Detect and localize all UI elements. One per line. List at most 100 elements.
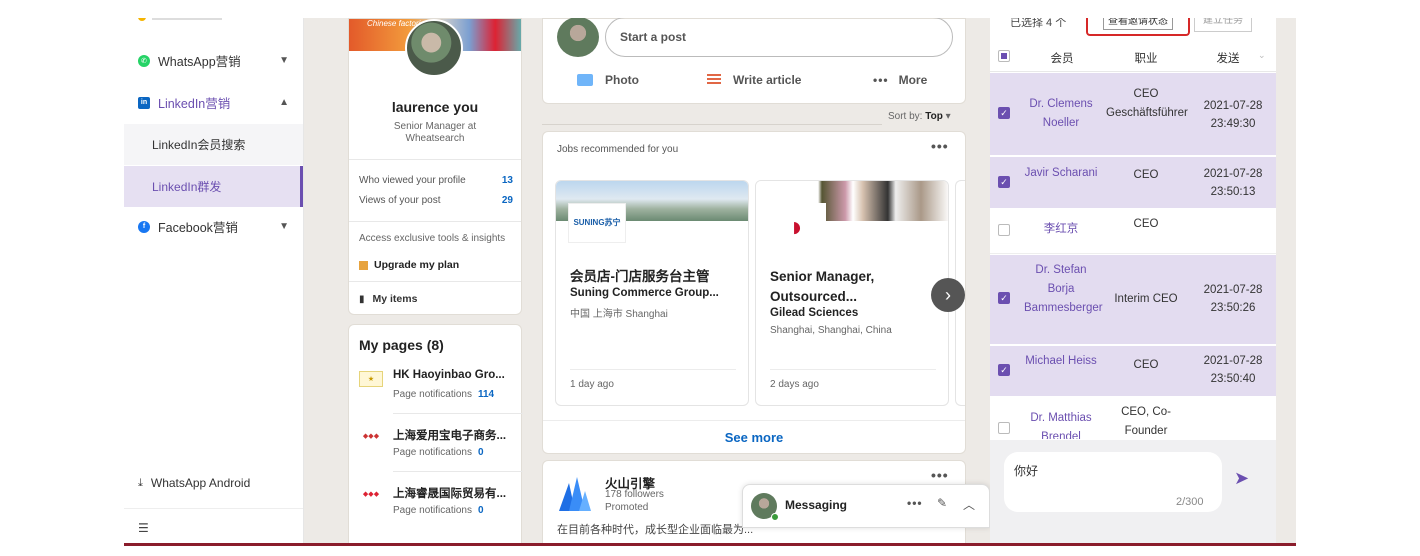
premium-access-text: Access exclusive tools & insights	[359, 233, 506, 244]
collapse-menu-button[interactable]: ☰	[124, 508, 303, 543]
member-name[interactable]: Dr. Clemens Noeller	[1024, 95, 1098, 133]
write-article-button[interactable]: Write article	[707, 73, 801, 87]
row-checkbox[interactable]: ✓	[998, 292, 1010, 304]
sort-icon[interactable]: ⌄	[1258, 50, 1266, 61]
row-checkbox[interactable]	[998, 224, 1010, 236]
job-card[interactable]: SUNING苏宁 会员店-门店服务台主管 Suning Commerce Gro…	[555, 180, 749, 406]
job-title: Senior Manager, Outsourced...	[770, 269, 875, 304]
carousel-next-button[interactable]: ›	[931, 278, 965, 312]
view-invite-status-label: 查看邀请状态	[1103, 18, 1173, 30]
page-notifications: Page notifications 0	[393, 505, 484, 516]
table-row[interactable]: ✓ Dr. Clemens Noeller CEO Geschäftsführe…	[990, 73, 1276, 156]
row-checkbox[interactable]: ✓	[998, 176, 1010, 188]
page-name: 上海睿晟国际贸易有...	[393, 488, 507, 500]
profile-card: Chinese factories laurence you Senior Ma…	[348, 18, 522, 315]
send-time: 2021-07-28 23:50:26	[1203, 284, 1263, 314]
member-name[interactable]: Dr. Stefan Borja Bammesberger	[1024, 261, 1103, 318]
sort-dropdown[interactable]: Sort by: Top ▾	[888, 111, 951, 122]
member-name[interactable]: Michael Heiss	[1024, 352, 1098, 371]
jobs-card: Jobs recommended for you ••• SUNING苏宁 会员…	[542, 131, 966, 454]
page-item[interactable]: ◆◆◆ 上海睿晟国际贸易有... Page notifications 0	[359, 481, 515, 531]
chevron-up-icon: ▲	[279, 97, 289, 108]
page-notif-count: 0	[477, 505, 484, 516]
sidebar-subitem-member-search[interactable]: LinkedIn会员搜索	[124, 124, 303, 165]
photo-button[interactable]: Photo	[577, 73, 639, 87]
member-job: Interim CEO	[1114, 293, 1178, 305]
page-notif-count: 0	[477, 447, 484, 458]
avatar[interactable]	[557, 18, 599, 57]
sidebar-subitem-label: LinkedIn会员搜索	[152, 138, 246, 152]
start-post-placeholder: Start a post	[620, 30, 687, 44]
row-checkbox[interactable]: ✓	[998, 107, 1010, 119]
table-row[interactable]: ✓ Javir Scharani CEO 2021-07-28 23:50:13	[990, 157, 1276, 209]
sidebar-subitem-bulk-send[interactable]: LinkedIn群发	[124, 166, 303, 207]
upgrade-plan-link[interactable]: Upgrade my plan	[359, 259, 459, 271]
stat-value: 13	[501, 175, 513, 186]
messaging-bar[interactable]: Messaging ••• ✎ ︿	[742, 484, 990, 528]
page-notif-label: Page notifications	[393, 447, 472, 458]
whatsapp-android-link[interactable]: ⤓ WhatsApp Android	[138, 476, 250, 490]
column-header-member: 会员	[1050, 53, 1074, 65]
chevron-right-icon: ›	[945, 284, 951, 305]
more-options-icon[interactable]: •••	[931, 138, 949, 154]
job-location: Shanghai, Shanghai, China	[770, 325, 892, 336]
job-card[interactable]: ◗ Senior Manager, Outsourced... Gilead S…	[755, 180, 949, 406]
table-row[interactable]: ✓ Michael Heiss CEO 2021-07-28 23:50:40	[990, 346, 1276, 397]
whatsapp-android-label: WhatsApp Android	[150, 476, 251, 490]
send-button[interactable]: ➤	[1234, 468, 1262, 496]
my-items-label: My items	[372, 293, 418, 305]
job-location: 中国 上海市 Shanghai	[570, 309, 668, 320]
stat-post-views[interactable]: Views of your post 29	[359, 195, 513, 206]
promo-followers: 178 followers	[605, 489, 664, 500]
divider	[570, 369, 736, 370]
column-header-send: 发送	[1216, 53, 1240, 65]
member-name[interactable]: Javir Scharani	[1024, 164, 1098, 183]
sidebar-item-facebook[interactable]: f Facebook营销 ▼	[124, 206, 303, 247]
chevron-up-icon[interactable]: ︿	[963, 496, 975, 513]
more-dots-icon: •••	[873, 73, 889, 87]
see-more-button[interactable]: See more	[543, 420, 965, 454]
linkedin-icon: in	[138, 96, 150, 109]
sidebar-subitem-label: LinkedIn群发	[152, 180, 222, 194]
send-time: 2021-07-28 23:50:13	[1203, 168, 1263, 198]
compose-icon[interactable]: ✎	[937, 496, 947, 510]
page-item[interactable]: ◆◆◆ 上海爱用宝电子商务... Page notifications 0	[359, 423, 515, 473]
table-row[interactable]: Dr. Matthias Brendel CEO, Co-Founder	[990, 398, 1276, 440]
profile-name[interactable]: laurence you	[349, 99, 521, 115]
table-row[interactable]: 李红京 CEO	[990, 210, 1276, 254]
page-item[interactable]: ★ HK Haoyinbao Gro... Page notifications…	[359, 365, 515, 415]
create-task-button[interactable]: 建立任务	[1194, 18, 1252, 32]
sidebar-item-linkedin[interactable]: in LinkedIn营销 ▲	[124, 82, 303, 123]
page-logo: ◆◆◆	[362, 433, 380, 440]
send-time: 2021-07-28 23:50:40	[1203, 355, 1263, 385]
my-pages-title[interactable]: My pages (8)	[359, 337, 444, 353]
stat-profile-viewers[interactable]: Who viewed your profile 13	[359, 175, 513, 186]
member-job: CEO, Co-Founder	[1121, 406, 1171, 437]
start-post-input[interactable]: Start a post	[605, 18, 953, 57]
view-invite-status-button[interactable]: 查看邀请状态	[1086, 18, 1190, 36]
divider	[349, 221, 521, 222]
sidebar-item-whatsapp[interactable]: ✆ WhatsApp营销 ▼	[124, 40, 303, 81]
member-job: CEO Geschäftsführer	[1106, 88, 1188, 119]
photo-label: Photo	[605, 73, 639, 87]
more-options-icon[interactable]: •••	[907, 496, 923, 510]
table-row[interactable]: ✓ Dr. Stefan Borja Bammesberger Interim …	[990, 255, 1276, 345]
member-name[interactable]: Dr. Matthias Brendel	[1024, 409, 1098, 439]
avatar[interactable]	[405, 19, 463, 77]
member-name[interactable]: 李红京	[1024, 220, 1098, 239]
my-items-link[interactable]: ▮ My items	[359, 293, 417, 305]
divider	[393, 471, 523, 472]
sidebar-item-label: LinkedIn营销	[158, 97, 231, 111]
row-checkbox[interactable]: ✓	[998, 364, 1010, 376]
my-pages-card: My pages (8) ★ HK Haoyinbao Gro... Page …	[348, 324, 523, 543]
volcano-logo-icon	[559, 477, 591, 511]
stat-label: Who viewed your profile	[359, 175, 466, 186]
row-checkbox[interactable]	[998, 422, 1010, 434]
page-name: HK Haoyinbao Gro...	[393, 369, 505, 381]
divider	[349, 159, 521, 160]
more-options-icon[interactable]: •••	[931, 467, 949, 483]
more-button[interactable]: ••• More	[873, 73, 927, 87]
job-company: Suning Commerce Group...	[570, 287, 719, 299]
divider	[542, 124, 882, 125]
select-all-checkbox[interactable]	[998, 50, 1010, 62]
